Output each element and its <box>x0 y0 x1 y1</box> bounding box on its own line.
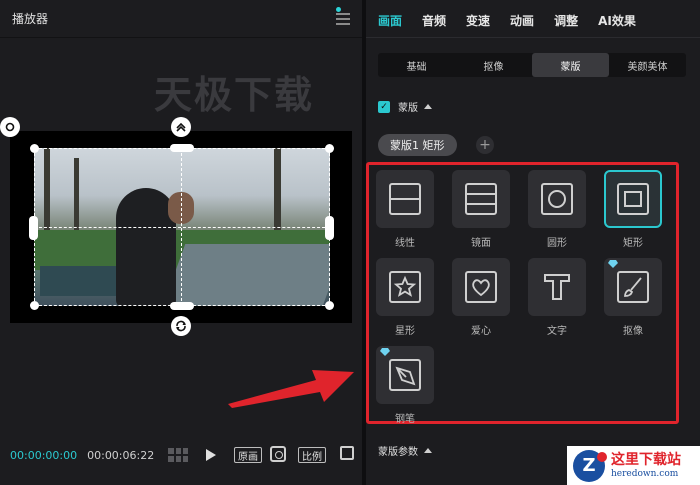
mask-handle-bottom-left[interactable] <box>30 301 39 310</box>
property-panel: 画面 音频 变速 动画 调整 AI效果 基础 抠像 蒙版 美颜美体 ✓ 蒙版 蒙… <box>366 0 700 485</box>
menu-icon[interactable] <box>336 6 350 25</box>
mask-center-hline <box>34 227 330 228</box>
text-mask-icon <box>544 274 570 300</box>
premium-diamond-icon <box>608 260 618 268</box>
shape-item-pen[interactable]: 钢笔 <box>374 346 436 425</box>
mask-section-header: ✓ 蒙版 <box>378 99 432 114</box>
player-header: 播放器 <box>0 0 362 38</box>
tab-animation[interactable]: 动画 <box>510 12 534 29</box>
subtab-mask[interactable]: 蒙版 <box>532 53 609 77</box>
subtab-cutout[interactable]: 抠像 <box>455 53 532 77</box>
mask-params-header: 蒙版参数 <box>378 443 432 458</box>
shape-item-mirror[interactable]: 镜面 <box>450 170 512 249</box>
timeline-grid-icon[interactable] <box>168 448 189 462</box>
shape-item-rectangle[interactable]: 矩形 <box>602 170 664 249</box>
shape-tile[interactable] <box>528 258 586 316</box>
shape-tile[interactable] <box>376 258 434 316</box>
pen-mask-icon <box>389 359 421 391</box>
watermark-text: 天极下载 <box>154 73 315 117</box>
logo-mark-icon: Z <box>573 449 607 482</box>
mask-section-label: 蒙版 <box>398 103 418 114</box>
tab-adjust[interactable]: 调整 <box>554 12 578 29</box>
play-icon[interactable] <box>206 449 217 461</box>
tab-speed[interactable]: 变速 <box>466 12 490 29</box>
collapse-caret-icon[interactable] <box>424 448 432 453</box>
mask-handle-top[interactable] <box>170 144 194 152</box>
star-mask-icon <box>389 271 421 303</box>
annotation-arrow-icon <box>228 370 354 408</box>
shape-label: 星形 <box>395 326 415 337</box>
shape-label: 文字 <box>547 326 567 337</box>
fullscreen-icon[interactable] <box>340 446 354 460</box>
tab-ai-effects[interactable]: AI效果 <box>598 12 636 29</box>
shape-item-linear[interactable]: 线性 <box>374 170 436 249</box>
shape-tile[interactable] <box>604 258 662 316</box>
shape-label: 矩形 <box>623 238 643 249</box>
shape-label: 线性 <box>395 238 415 249</box>
shape-label: 圆形 <box>547 238 567 249</box>
shape-tile-selected[interactable] <box>604 170 662 228</box>
shape-label: 钢笔 <box>395 414 415 425</box>
mirror-mask-icon <box>465 183 497 215</box>
shape-tile[interactable] <box>528 170 586 228</box>
fit-view-icon[interactable] <box>270 446 286 462</box>
add-mask-button[interactable]: + <box>476 136 494 154</box>
subtab-basic[interactable]: 基础 <box>378 53 455 77</box>
brush-mask-icon <box>617 271 649 303</box>
shape-tile[interactable] <box>376 346 434 404</box>
mask-handle-left[interactable] <box>29 216 38 240</box>
logo-text: 这里下载站 heredown.com <box>611 452 681 480</box>
current-time: 00:00:00:00 <box>10 448 78 462</box>
sub-tabs: 基础 抠像 蒙版 美颜美体 <box>378 53 686 77</box>
tab-audio[interactable]: 音频 <box>422 12 446 29</box>
mask-handle-bottom-right[interactable] <box>325 301 334 310</box>
shape-tile[interactable] <box>452 258 510 316</box>
rotate-handle-icon[interactable] <box>171 316 191 336</box>
original-quality-button[interactable]: 原画 <box>234 447 262 463</box>
mask-handle-top-left[interactable] <box>30 144 39 153</box>
linear-mask-icon <box>389 183 421 215</box>
mask-handle-bottom[interactable] <box>170 302 194 310</box>
logo-en: heredown.com <box>611 468 679 479</box>
total-time: 00:00:06:22 <box>87 448 155 462</box>
shape-item-heart[interactable]: 爱心 <box>450 258 512 337</box>
player-title: 播放器 <box>12 12 49 26</box>
heart-mask-icon <box>465 271 497 303</box>
aspect-ratio-button[interactable]: 比例 <box>298 447 326 463</box>
shape-item-circle[interactable]: 圆形 <box>526 170 588 249</box>
tabs-divider <box>366 37 700 38</box>
round-corner-handle-icon[interactable] <box>0 117 20 137</box>
shape-item-star[interactable]: 星形 <box>374 258 436 337</box>
notification-dot <box>336 6 341 12</box>
shape-label: 镜面 <box>471 238 491 249</box>
mask-enable-checkbox[interactable]: ✓ <box>378 100 390 113</box>
tab-picture[interactable]: 画面 <box>378 12 402 29</box>
site-logo: Z 这里下载站 heredown.com <box>567 446 700 485</box>
property-tabs: 画面 音频 变速 动画 调整 AI效果 <box>378 12 656 29</box>
logo-cn: 这里下载站 <box>611 451 681 468</box>
mask-params-label: 蒙版参数 <box>378 447 418 458</box>
shape-label: 爱心 <box>471 326 491 337</box>
collapse-caret-icon[interactable] <box>424 104 432 109</box>
feather-handle-icon[interactable] <box>171 117 191 137</box>
subtab-beauty[interactable]: 美颜美体 <box>609 53 686 77</box>
premium-diamond-icon <box>380 348 390 356</box>
circle-mask-icon <box>541 183 573 215</box>
shape-item-text[interactable]: 文字 <box>526 258 588 337</box>
shape-label: 抠像 <box>623 326 643 337</box>
mask-handle-right[interactable] <box>325 216 334 240</box>
mask-center-vline <box>181 148 182 306</box>
shape-tile[interactable] <box>452 170 510 228</box>
mask-handle-top-right[interactable] <box>325 144 334 153</box>
shape-item-brush[interactable]: 抠像 <box>602 258 664 337</box>
rectangle-mask-icon <box>617 183 649 215</box>
shape-tile[interactable] <box>376 170 434 228</box>
mask-chip[interactable]: 蒙版1 矩形 <box>378 134 457 156</box>
